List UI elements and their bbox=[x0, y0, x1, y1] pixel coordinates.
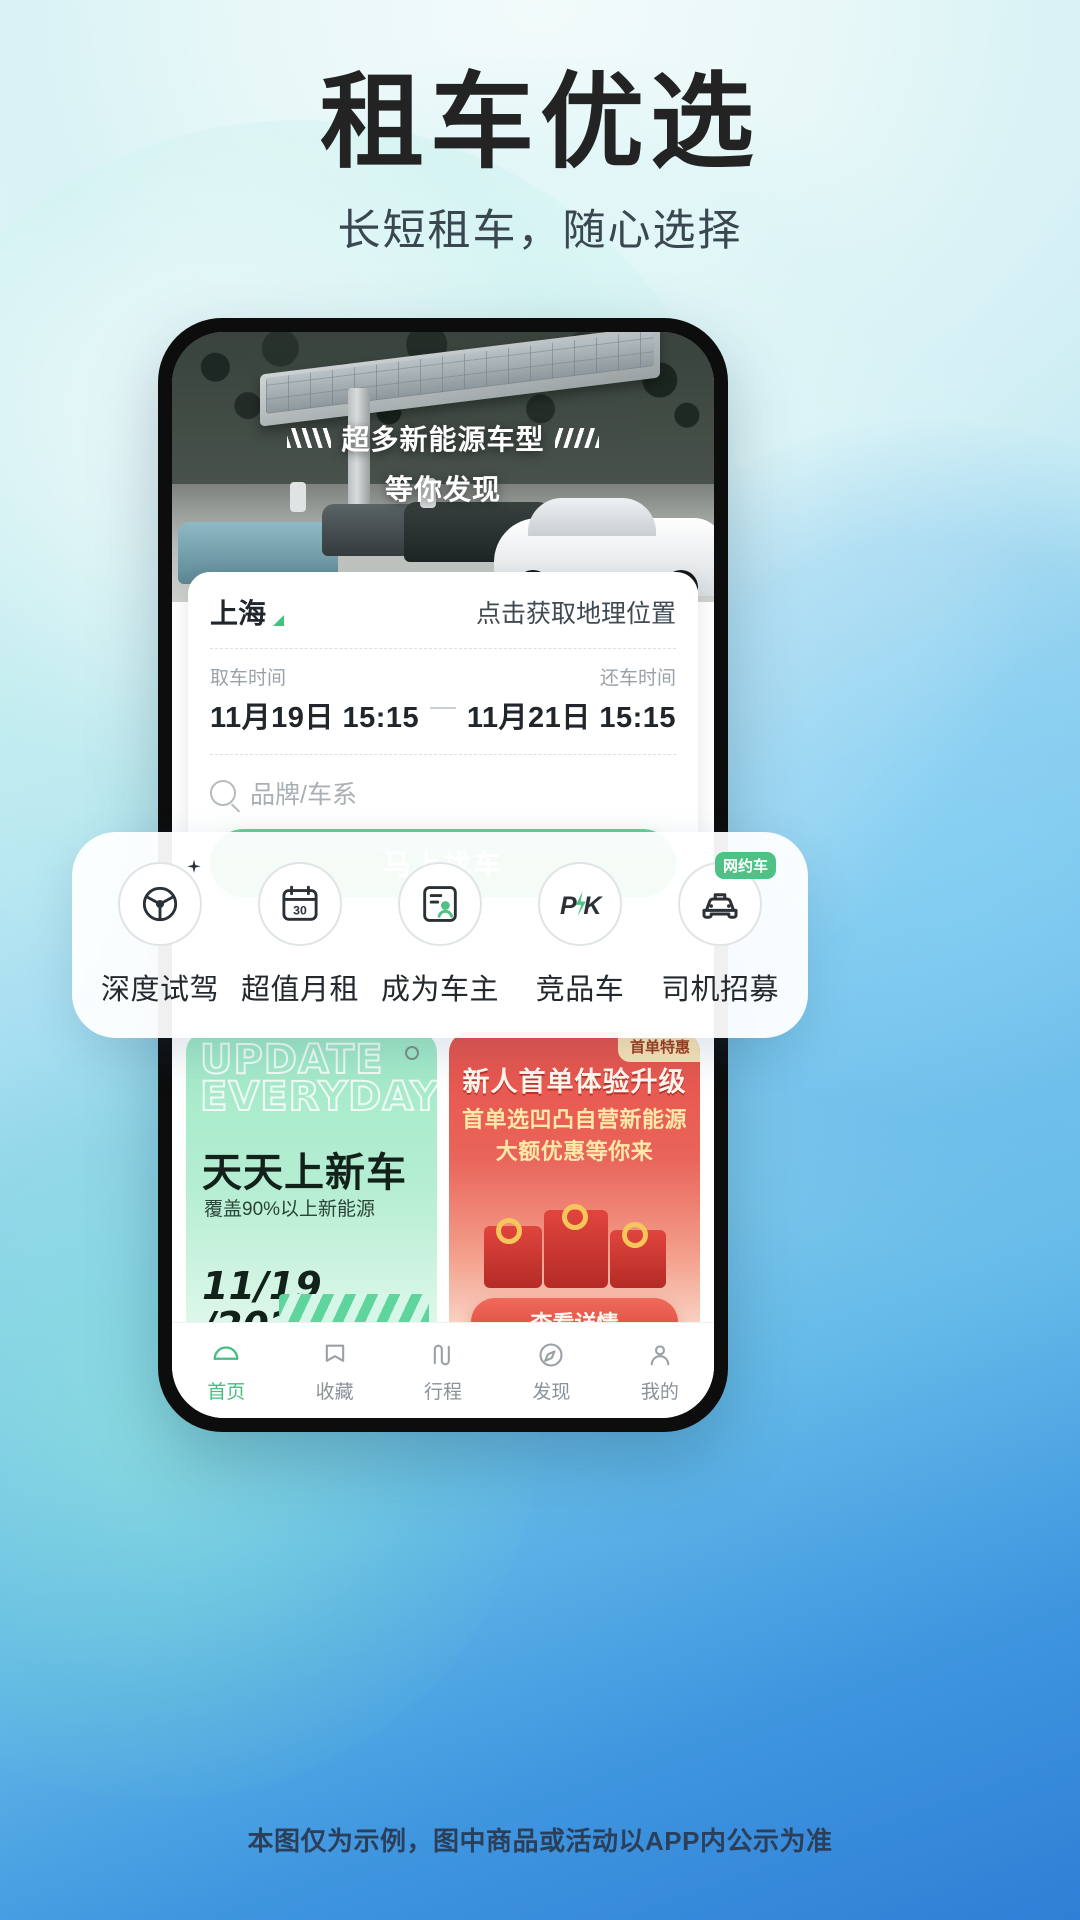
header: 租车优选 长短租车，随心选择 bbox=[0, 66, 1080, 258]
return-time-value: 11月21日 15:15 bbox=[466, 702, 676, 734]
footer-disclaimer: 本图仅为示例，图中商品或活动以APP内公示为准 bbox=[247, 1826, 833, 1856]
pickup-time-label: 取车时间 bbox=[210, 668, 287, 689]
svg-text:P: P bbox=[560, 892, 577, 920]
hero-line-1: 超多新能源车型 bbox=[341, 424, 545, 455]
feature-monthly-rental[interactable]: 30 超值月租 bbox=[232, 862, 368, 1008]
tab-discover[interactable]: 发现 bbox=[497, 1338, 605, 1404]
feature-competitor-cars-label: 竞品车 bbox=[535, 974, 625, 1006]
promo-subtext: 覆盖90%以上新能源 bbox=[204, 1199, 376, 1220]
bottom-tabbar: 首页 收藏 行程 发现 我的 bbox=[172, 1322, 714, 1418]
feature-become-owner[interactable]: 成为车主 bbox=[372, 862, 508, 1008]
user-icon bbox=[606, 1338, 714, 1372]
city-selector[interactable]: 上海 bbox=[210, 592, 285, 632]
slash-decoration-icon bbox=[554, 428, 599, 448]
feature-strip: 深度试驾 30 超值月租 成为车主 P K 竞品车 网约车 司机招募 bbox=[72, 832, 808, 1038]
return-time-label: 还车时间 bbox=[599, 668, 676, 689]
promo-line-3: 大额优惠等你来 bbox=[495, 1139, 654, 1164]
brand-search-input[interactable]: 品牌/车系 bbox=[210, 754, 676, 829]
tab-trips[interactable]: 行程 bbox=[389, 1338, 497, 1404]
search-placeholder: 品牌/车系 bbox=[250, 781, 357, 809]
trip-icon bbox=[389, 1338, 497, 1372]
feature-test-drive[interactable]: 深度试驾 bbox=[92, 859, 228, 1008]
tab-trips-label: 行程 bbox=[424, 1381, 463, 1403]
tab-discover-label: 发现 bbox=[532, 1381, 571, 1403]
feature-monthly-rental-label: 超值月租 bbox=[240, 974, 359, 1006]
page-subtitle: 长短租车，随心选择 bbox=[337, 207, 743, 256]
tab-profile[interactable]: 我的 bbox=[606, 1338, 714, 1404]
promo-ghost-line-2: EVERYDAY bbox=[199, 1073, 437, 1120]
coin-icon bbox=[495, 1218, 522, 1244]
promo-card-new-cars[interactable]: UPDATE EVERYDAY 天天上新车 覆盖90%以上新能源 11/19 /… bbox=[186, 1032, 437, 1362]
bookmark-icon bbox=[280, 1338, 388, 1372]
hero-line-2: 等你发现 bbox=[384, 474, 501, 505]
page-title: 租车优选 bbox=[319, 61, 760, 183]
compass-icon bbox=[497, 1338, 605, 1372]
taxi-icon: 网约车 bbox=[678, 852, 776, 946]
calendar-30-icon: 30 bbox=[258, 862, 342, 946]
svg-text:30: 30 bbox=[293, 903, 307, 917]
location-triangle-icon bbox=[273, 615, 285, 626]
tab-home-label: 首页 bbox=[207, 1381, 246, 1403]
promo-row: UPDATE EVERYDAY 天天上新车 覆盖90%以上新能源 11/19 /… bbox=[186, 1032, 700, 1362]
coin-icon bbox=[561, 1204, 588, 1230]
return-time[interactable]: 还车时间 11月21日 15:15 bbox=[467, 663, 676, 736]
feature-competitor-cars[interactable]: P K 竞品车 bbox=[512, 862, 648, 1008]
gift-box-icon bbox=[480, 1180, 670, 1288]
promo-line-1: 新人首单体验升级 bbox=[462, 1067, 687, 1097]
svg-text:K: K bbox=[583, 892, 603, 920]
hero-line-1-row: 超多新能源车型 bbox=[172, 418, 714, 458]
steering-wheel-icon bbox=[118, 859, 202, 946]
car-owner-icon bbox=[398, 862, 482, 946]
hero-banner: 超多新能源车型 等你发现 bbox=[172, 332, 714, 602]
feature-driver-recruit-tag: 网约车 bbox=[714, 852, 776, 879]
city-row[interactable]: 上海 点击获取地理位置 bbox=[210, 592, 676, 648]
coin-icon bbox=[621, 1222, 648, 1248]
pickup-time-value: 11月19日 15:15 bbox=[210, 702, 420, 734]
feature-driver-recruit-label: 司机招募 bbox=[660, 974, 779, 1006]
promo-line-2: 首单选凹凸自营新能源 bbox=[461, 1107, 687, 1132]
tab-favorites-label: 收藏 bbox=[315, 1381, 354, 1403]
slash-decoration-icon bbox=[287, 428, 332, 448]
tab-home[interactable]: 首页 bbox=[172, 1338, 280, 1404]
get-location-button[interactable]: 点击获取地理位置 bbox=[476, 594, 676, 630]
feature-driver-recruit[interactable]: 网约车 司机招募 bbox=[652, 852, 788, 1008]
time-range-row[interactable]: 取车时间 11月19日 15:15 还车时间 11月21日 15:15 bbox=[210, 649, 676, 740]
promo-headline: 天天上新车 bbox=[202, 1151, 407, 1195]
home-icon bbox=[172, 1338, 280, 1372]
pickup-time[interactable]: 取车时间 11月19日 15:15 bbox=[210, 663, 419, 736]
feature-test-drive-label: 深度试驾 bbox=[100, 974, 219, 1006]
promo-ghost-text: UPDATE EVERYDAY bbox=[199, 1039, 437, 1120]
city-name: 上海 bbox=[210, 598, 267, 629]
promo-card-first-order[interactable]: 首单特惠 新人首单体验升级 首单选凹凸自营新能源 大额优惠等你来 查看详情 bbox=[449, 1032, 700, 1362]
hero-text: 超多新能源车型 等你发现 bbox=[172, 418, 714, 508]
tab-favorites[interactable]: 收藏 bbox=[280, 1338, 388, 1404]
time-range-dash bbox=[430, 706, 456, 709]
pk-icon: P K bbox=[538, 862, 622, 946]
feature-become-owner-label: 成为车主 bbox=[380, 974, 499, 1006]
tab-profile-label: 我的 bbox=[640, 1381, 679, 1403]
search-icon bbox=[210, 780, 236, 806]
